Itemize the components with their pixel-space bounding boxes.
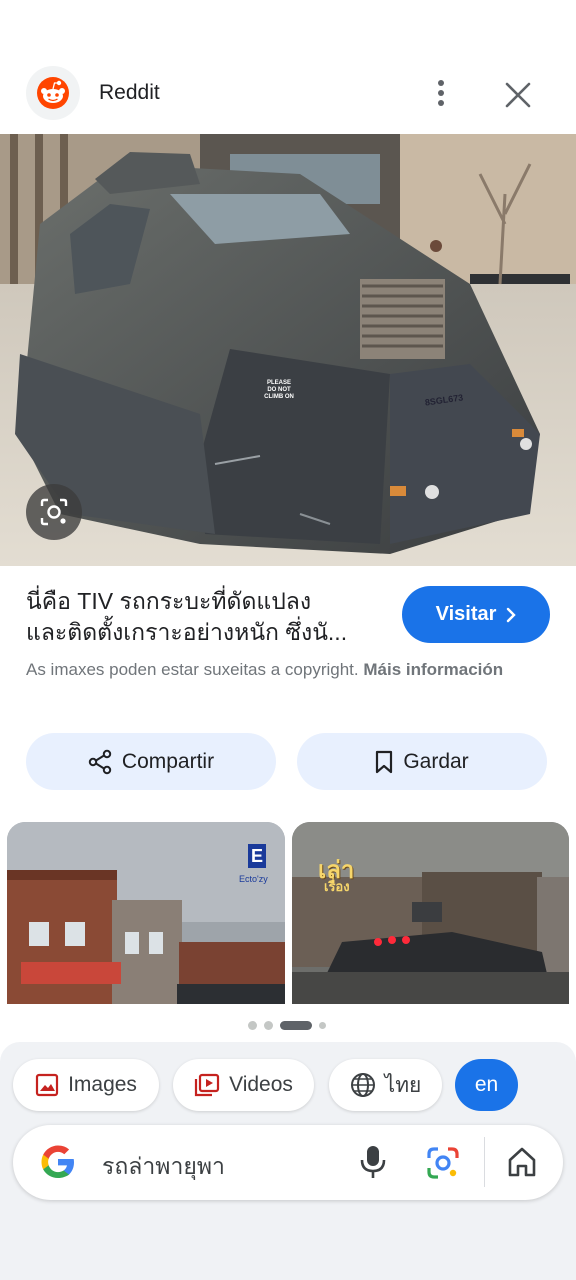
- chip-thai-label: ไทย: [384, 1073, 422, 1097]
- share-label: Compartir: [121, 749, 215, 773]
- result-title-line-1: นี่คือ TIV รถกระบะที่ดัดแปลง: [26, 588, 312, 614]
- home-icon[interactable]: [507, 1145, 537, 1179]
- save-button[interactable]: Gardar: [297, 733, 547, 790]
- chip-en-label: en: [474, 1073, 499, 1096]
- image-viewer-page: Reddit PLEASE DO NOT CLIMB ON 8SGL673 นี…: [0, 0, 576, 1280]
- share-button[interactable]: Compartir: [26, 733, 276, 790]
- chip-images[interactable]: Images: [13, 1059, 159, 1111]
- chip-images-label: Images: [68, 1073, 137, 1096]
- close-icon: [505, 82, 531, 108]
- vehicle-sign-text: PLEASE DO NOT CLIMB ON: [264, 380, 294, 400]
- microphone-icon[interactable]: [356, 1143, 390, 1181]
- more-info-link[interactable]: Máis información: [363, 660, 503, 679]
- image-icon: [35, 1073, 59, 1097]
- source-name[interactable]: Reddit: [99, 81, 160, 105]
- google-lens-search-button[interactable]: [26, 484, 82, 540]
- carousel-indicator: [248, 1020, 328, 1032]
- related-image-thumbnail[interactable]: เล่า เรื่อง: [292, 822, 569, 1004]
- visit-button[interactable]: Visitar: [402, 586, 550, 643]
- search-query[interactable]: รถล่าพายุพา: [102, 1149, 225, 1185]
- carousel-dot-active: [280, 1021, 312, 1030]
- related-image-thumbnail[interactable]: E Ecto'zy: [7, 822, 285, 1004]
- google-lens-icon[interactable]: [425, 1145, 461, 1181]
- result-title-line-2: และติดตั้งเกราะอย่างหนัก ซึ่งนั...: [26, 619, 348, 645]
- lens-camera-icon: [40, 498, 68, 526]
- chevron-right-icon: [507, 607, 517, 622]
- main-result-image[interactable]: PLEASE DO NOT CLIMB ON 8SGL673: [0, 134, 576, 566]
- chip-videos-label: Videos: [229, 1073, 293, 1096]
- carousel-dot: [264, 1021, 273, 1030]
- share-icon: [88, 749, 112, 774]
- chip-videos[interactable]: Videos: [173, 1059, 314, 1111]
- visit-label: Visitar: [435, 603, 497, 625]
- carousel-dot: [319, 1022, 326, 1029]
- more-options-button[interactable]: [424, 76, 458, 110]
- source-header: Reddit: [0, 64, 576, 122]
- search-bar-divider: [484, 1137, 485, 1187]
- close-button[interactable]: [499, 76, 537, 114]
- globe-icon: [350, 1073, 375, 1097]
- video-library-icon: [194, 1073, 220, 1097]
- more-vert-icon: [438, 80, 444, 106]
- save-label: Gardar: [403, 749, 469, 773]
- thumbnail-caption-2: เรื่อง: [324, 879, 350, 894]
- carousel-dot: [248, 1021, 257, 1030]
- chip-language-thai[interactable]: ไทย: [329, 1059, 442, 1111]
- copyright-text: As imaxes poden estar suxeitas a copyrig…: [26, 660, 359, 679]
- copyright-notice: As imaxes poden estar suxeitas a copyrig…: [26, 657, 546, 682]
- result-title[interactable]: นี่คือ TIV รถกระบะที่ดัดแปลง และติดตั้งเ…: [26, 586, 386, 648]
- chip-language-en[interactable]: en: [455, 1059, 518, 1111]
- channel-caption: Ecto'zy: [239, 874, 268, 884]
- bookmark-icon: [376, 750, 393, 773]
- search-bar[interactable]: รถล่าพายุพา: [13, 1125, 563, 1200]
- channel-logo: E: [248, 844, 266, 868]
- google-g-icon: [41, 1145, 74, 1178]
- reddit-logo-icon[interactable]: [26, 66, 80, 120]
